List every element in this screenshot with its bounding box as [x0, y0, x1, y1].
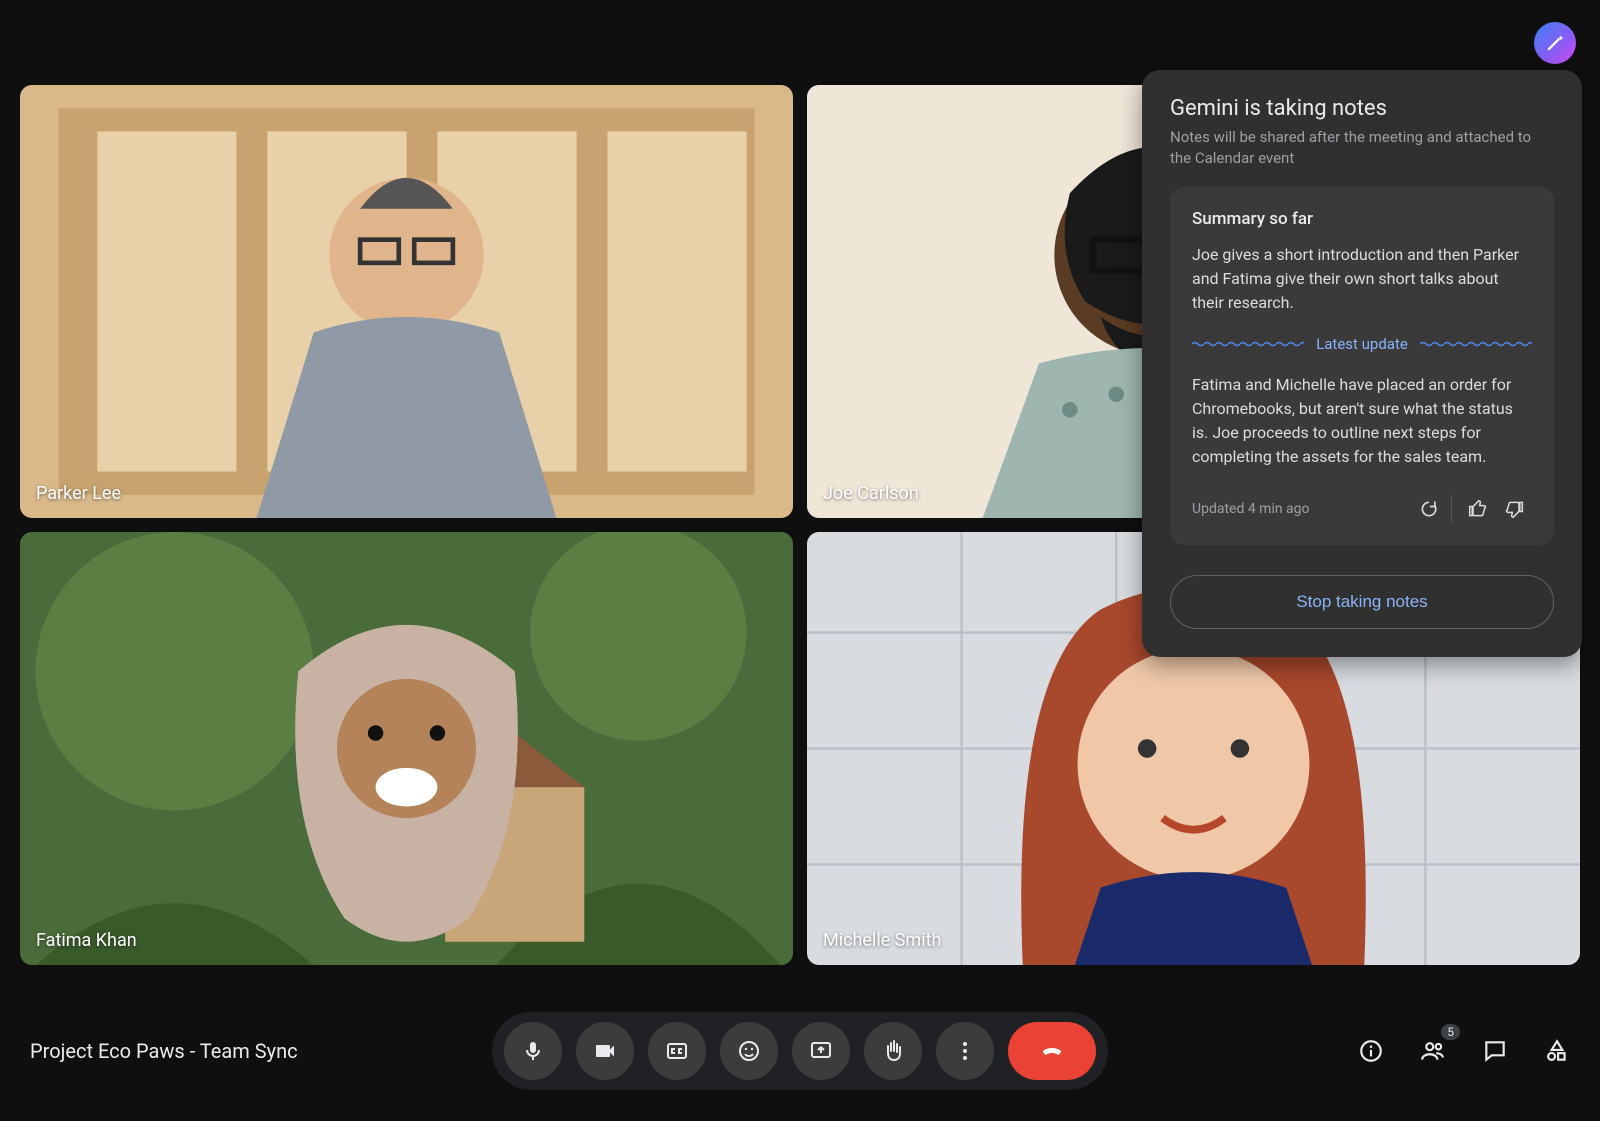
leave-call-button[interactable]: [1008, 1022, 1096, 1080]
pencil-sparkle-icon: [1545, 33, 1565, 53]
bottom-bar: Project Eco Paws - Team Sync: [0, 1015, 1600, 1087]
latest-update-text: Fatima and Michelle have placed an order…: [1192, 373, 1532, 469]
mic-button[interactable]: [504, 1022, 562, 1080]
more-options-button[interactable]: [936, 1022, 994, 1080]
summary-card: Summary so far Joe gives a short introdu…: [1170, 187, 1554, 545]
raise-hand-icon: [881, 1039, 905, 1063]
present-button[interactable]: [792, 1022, 850, 1080]
separator: [1451, 495, 1452, 523]
chat-icon: [1482, 1038, 1508, 1064]
camera-icon: [593, 1039, 617, 1063]
refresh-icon: [1419, 499, 1439, 519]
thumbs-up-button[interactable]: [1460, 491, 1496, 527]
summary-heading: Summary so far: [1192, 209, 1532, 229]
shapes-icon: [1544, 1038, 1570, 1064]
thumbs-down-button[interactable]: [1496, 491, 1532, 527]
camera-button[interactable]: [576, 1022, 634, 1080]
participant-count-badge: 5: [1441, 1024, 1460, 1040]
info-icon: [1358, 1038, 1384, 1064]
notes-panel-subtitle: Notes will be shared after the meeting a…: [1170, 127, 1554, 169]
gemini-fab[interactable]: [1534, 22, 1576, 64]
participant-tile-parker[interactable]: Parker Lee: [20, 85, 793, 518]
present-screen-icon: [809, 1039, 833, 1063]
gemini-notes-panel: Gemini is taking notes Notes will be sha…: [1142, 70, 1582, 657]
wavy-divider: [1420, 341, 1532, 347]
microphone-icon: [521, 1039, 545, 1063]
emoji-button[interactable]: [720, 1022, 778, 1080]
participant-name-label: Joe Carlson: [823, 483, 919, 504]
activities-button[interactable]: [1540, 1034, 1574, 1068]
stop-taking-notes-button[interactable]: Stop taking notes: [1170, 575, 1554, 629]
thumbs-down-icon: [1504, 499, 1524, 519]
chat-button[interactable]: [1478, 1034, 1512, 1068]
participant-name-label: Parker Lee: [36, 483, 121, 504]
participant-tile-fatima[interactable]: Fatima Khan: [20, 532, 793, 965]
raise-hand-button[interactable]: [864, 1022, 922, 1080]
participant-name-label: Michelle Smith: [823, 930, 941, 951]
people-button[interactable]: 5: [1416, 1034, 1450, 1068]
right-controls: 5: [1354, 1034, 1574, 1068]
notes-panel-title: Gemini is taking notes: [1170, 96, 1554, 121]
meeting-title: Project Eco Paws - Team Sync: [30, 1039, 298, 1063]
people-icon: [1420, 1038, 1446, 1064]
closed-captions-icon: [665, 1039, 689, 1063]
refresh-button[interactable]: [1411, 491, 1447, 527]
latest-update-label: Latest update: [1316, 335, 1408, 353]
emoji-icon: [737, 1039, 761, 1063]
updated-timestamp: Updated 4 min ago: [1192, 501, 1411, 517]
wavy-divider: [1192, 341, 1304, 347]
thumbs-up-icon: [1468, 499, 1488, 519]
more-vertical-icon: [953, 1039, 977, 1063]
summary-text: Joe gives a short introduction and then …: [1192, 243, 1532, 315]
participant-name-label: Fatima Khan: [36, 930, 137, 951]
participant-video: [20, 532, 793, 965]
call-toolbar: [492, 1012, 1108, 1090]
latest-update-divider: Latest update: [1192, 335, 1532, 353]
captions-button[interactable]: [648, 1022, 706, 1080]
hangup-icon: [1040, 1039, 1064, 1063]
participant-video: [20, 85, 793, 518]
meeting-info-button[interactable]: [1354, 1034, 1388, 1068]
